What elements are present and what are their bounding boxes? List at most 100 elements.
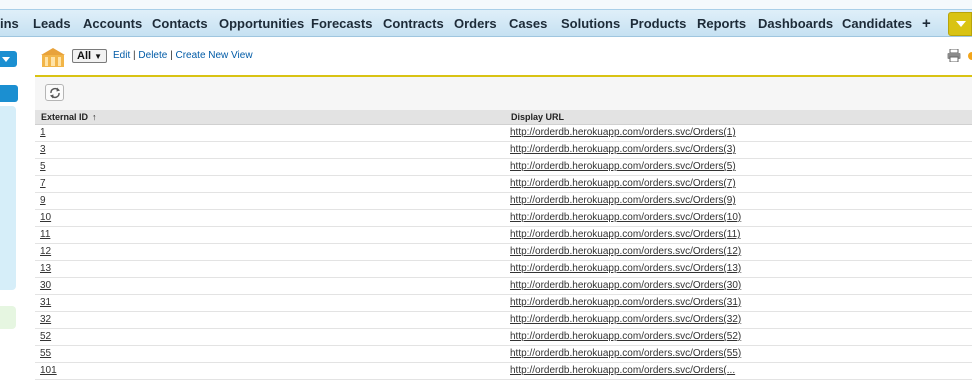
display-url-link[interactable]: http://orderdb.herokuapp.com/orders.svc/… (510, 365, 735, 376)
external-id-link[interactable]: 101 (40, 365, 57, 376)
display-url-link[interactable]: http://orderdb.herokuapp.com/orders.svc/… (510, 246, 741, 257)
display-url-cell: http://orderdb.herokuapp.com/orders.svc/… (505, 362, 972, 380)
add-tab-icon[interactable]: + (922, 15, 931, 32)
tab-bar: ins Leads Accounts Contacts Opportunities For… (0, 9, 972, 37)
external-id-cell: 101 (35, 362, 505, 380)
external-id-cell: 3 (35, 141, 505, 159)
tab-cases[interactable]: Cases (509, 16, 547, 31)
external-id-link[interactable]: 30 (40, 280, 51, 291)
view-select-value: All (77, 50, 92, 62)
sidebar-panel (0, 106, 16, 290)
external-id-link[interactable]: 9 (40, 195, 46, 206)
table-row: 32 http://orderdb.herokuapp.com/orders.sv… (35, 311, 972, 329)
refresh-icon (50, 87, 60, 99)
tab-dashboards[interactable]: Dashboards (758, 16, 833, 31)
display-url-cell: http://orderdb.herokuapp.com/orders.svc/… (505, 345, 972, 363)
sidebar-green-panel (0, 306, 16, 329)
more-tabs-button[interactable] (948, 12, 972, 36)
printer-icon[interactable] (947, 48, 961, 63)
table-row: 5 http://orderdb.herokuapp.com/orders.svc… (35, 158, 972, 176)
column-header-display-url[interactable]: Display URL (505, 110, 972, 125)
display-url-link[interactable]: http://orderdb.herokuapp.com/orders.svc/… (510, 178, 736, 189)
display-url-link[interactable]: http://orderdb.herokuapp.com/orders.svc/… (510, 263, 741, 274)
tab-products[interactable]: Products (630, 16, 686, 31)
column-header-external-id[interactable]: External ID ↑ (35, 110, 505, 125)
display-url-link[interactable]: http://orderdb.herokuapp.com/orders.svc/… (510, 331, 741, 342)
display-url-cell: http://orderdb.herokuapp.com/orders.svc/… (505, 260, 972, 278)
display-url-link[interactable]: http://orderdb.herokuapp.com/orders.svc/… (510, 195, 736, 206)
tab-forecasts[interactable]: Forecasts (311, 16, 372, 31)
external-id-cell: 11 (35, 226, 505, 244)
external-id-link[interactable]: 11 (40, 229, 50, 240)
external-id-cell: 12 (35, 243, 505, 261)
display-url-cell: http://orderdb.herokuapp.com/orders.svc/… (505, 192, 972, 210)
table-row: 52 http://orderdb.herokuapp.com/orders.sv… (35, 328, 972, 346)
edit-view-link[interactable]: Edit (113, 50, 130, 61)
chevron-down-icon (956, 21, 966, 27)
display-url-cell: http://orderdb.herokuapp.com/orders.svc/… (505, 175, 972, 193)
display-url-link[interactable]: http://orderdb.herokuapp.com/orders.svc/… (510, 348, 741, 359)
external-id-link[interactable]: 32 (40, 314, 51, 325)
external-id-link[interactable]: 3 (40, 144, 46, 155)
display-url-link[interactable]: http://orderdb.herokuapp.com/orders.svc/… (510, 297, 741, 308)
tab-leads[interactable]: Leads (33, 16, 71, 31)
delete-view-link[interactable]: Delete (138, 50, 167, 61)
display-url-cell: http://orderdb.herokuapp.com/orders.svc/… (505, 158, 972, 176)
external-id-cell: 13 (35, 260, 505, 278)
column-label: External ID (41, 111, 89, 122)
external-id-link[interactable]: 1 (40, 127, 46, 138)
top-strip (0, 0, 972, 9)
display-url-cell: http://orderdb.herokuapp.com/orders.svc/… (505, 277, 972, 295)
view-actions: Edit | Delete | Create New View (113, 50, 253, 61)
records-table: External ID ↑ Display URL 1 http://orderdb… (35, 110, 972, 380)
external-id-link[interactable]: 52 (40, 331, 51, 342)
separator: | (133, 50, 136, 61)
display-url-link[interactable]: http://orderdb.herokuapp.com/orders.svc/… (510, 314, 741, 325)
sort-ascending-icon: ↑ (92, 111, 97, 122)
external-id-link[interactable]: 13 (40, 263, 51, 274)
external-id-link[interactable]: 55 (40, 348, 51, 359)
display-url-link[interactable]: http://orderdb.herokuapp.com/orders.svc/… (510, 144, 736, 155)
display-url-link[interactable]: http://orderdb.herokuapp.com/orders.svc/… (510, 280, 741, 291)
external-id-link[interactable]: 5 (40, 161, 46, 172)
tab-contracts[interactable]: Contracts (383, 16, 444, 31)
tab-ins[interactable]: ins (0, 16, 19, 31)
external-id-link[interactable]: 10 (40, 212, 51, 223)
display-url-cell: http://orderdb.herokuapp.com/orders.svc/… (505, 311, 972, 329)
external-id-link[interactable]: 7 (40, 178, 46, 189)
external-id-cell: 1 (35, 124, 505, 142)
external-id-cell: 10 (35, 209, 505, 227)
external-id-link[interactable]: 12 (40, 246, 51, 257)
sidebar-section-header[interactable] (0, 85, 18, 102)
display-url-link[interactable]: http://orderdb.herokuapp.com/orders.svc/… (510, 127, 736, 138)
refresh-button[interactable] (45, 84, 64, 101)
tab-solutions[interactable]: Solutions (561, 16, 620, 31)
external-id-link[interactable]: 31 (40, 297, 51, 308)
sidebar-dropdown-button[interactable] (0, 51, 17, 67)
external-id-cell: 7 (35, 175, 505, 193)
display-url-cell: http://orderdb.herokuapp.com/orders.svc/… (505, 243, 972, 261)
display-url-link[interactable]: http://orderdb.herokuapp.com/orders.svc/… (510, 212, 741, 223)
table-row: 30 http://orderdb.herokuapp.com/orders.sv… (35, 277, 972, 295)
table-row: 13 http://orderdb.herokuapp.com/orders.sv… (35, 260, 972, 278)
tab-accounts[interactable]: Accounts (83, 16, 142, 31)
table-body: 1 http://orderdb.herokuapp.com/orders.svc… (35, 124, 972, 380)
create-new-view-link[interactable]: Create New View (175, 50, 252, 61)
tab-candidates[interactable]: Candidates (842, 16, 912, 31)
tab-contacts[interactable]: Contacts (152, 16, 208, 31)
display-url-cell: http://orderdb.herokuapp.com/orders.svc/… (505, 328, 972, 346)
tab-orders[interactable]: Orders (454, 16, 497, 31)
display-url-link[interactable]: http://orderdb.herokuapp.com/orders.svc/… (510, 229, 740, 240)
external-id-cell: 31 (35, 294, 505, 312)
help-icon[interactable] (968, 52, 972, 60)
table-row: 1 http://orderdb.herokuapp.com/orders.svc… (35, 124, 972, 142)
tab-reports[interactable]: Reports (697, 16, 746, 31)
view-select[interactable]: All ▼ (72, 49, 108, 63)
tab-opportunities[interactable]: Opportunities (219, 16, 304, 31)
external-id-cell: 30 (35, 277, 505, 295)
chevron-down-icon (2, 57, 10, 62)
external-objects-icon (38, 45, 68, 69)
table-row: 101 http://orderdb.herokuapp.com/orders.s… (35, 362, 972, 380)
display-url-link[interactable]: http://orderdb.herokuapp.com/orders.svc/… (510, 161, 736, 172)
table-row: 3 http://orderdb.herokuapp.com/orders.svc… (35, 141, 972, 159)
